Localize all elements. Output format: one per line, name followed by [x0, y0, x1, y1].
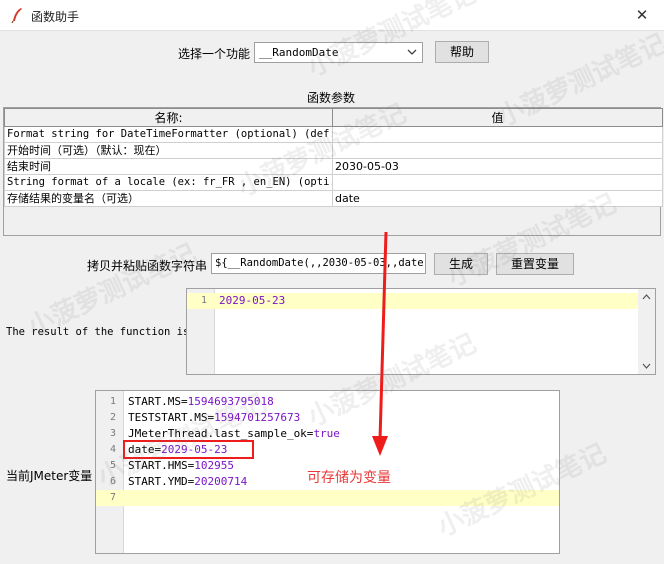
function-select-label: 选择一个功能 [178, 47, 251, 61]
function-string-input[interactable]: ${__RandomDate(,,2030-05-03,,date)} [211, 253, 426, 274]
chevron-down-icon [407, 49, 417, 55]
var-key: START.MS= [128, 395, 188, 408]
line-number: 3 [109, 428, 116, 439]
line-number: 1 [109, 396, 116, 407]
feather-icon [11, 8, 22, 23]
editor-line: 1 2029-05-23 [187, 293, 638, 309]
table-row[interactable]: String format of a locale (ex: fr_FR , e… [4, 174, 663, 191]
var-value: 102955 [194, 459, 234, 472]
annotation-text: 可存储为变量 [307, 470, 391, 486]
scroll-down-icon[interactable] [642, 363, 651, 369]
param-value-cell[interactable] [332, 142, 663, 159]
jmeter-vars-label: 当前JMeter变量 [6, 469, 93, 483]
param-name-cell: Format string for DateTimeFormatter (opt… [4, 126, 333, 143]
var-value: 20200714 [194, 475, 248, 488]
params-header-name[interactable]: 名称: [4, 108, 333, 127]
params-section-title: 函数参数 [307, 91, 356, 105]
vertical-scrollbar[interactable] [638, 289, 655, 374]
help-button[interactable]: 帮助 [435, 41, 489, 63]
param-value-cell[interactable] [332, 174, 663, 191]
param-value-cell[interactable]: 2030-05-03 [332, 158, 663, 175]
title-bar: 函数助手 ✕ [0, 0, 664, 31]
param-name-cell: 存储结果的变量名（可选） [4, 190, 333, 207]
line-number: 2 [109, 412, 116, 423]
line-number: 1 [200, 295, 207, 306]
scroll-up-icon[interactable] [642, 294, 651, 300]
window-title: 函数助手 [31, 10, 80, 24]
result-value: 2029-05-23 [219, 294, 286, 307]
